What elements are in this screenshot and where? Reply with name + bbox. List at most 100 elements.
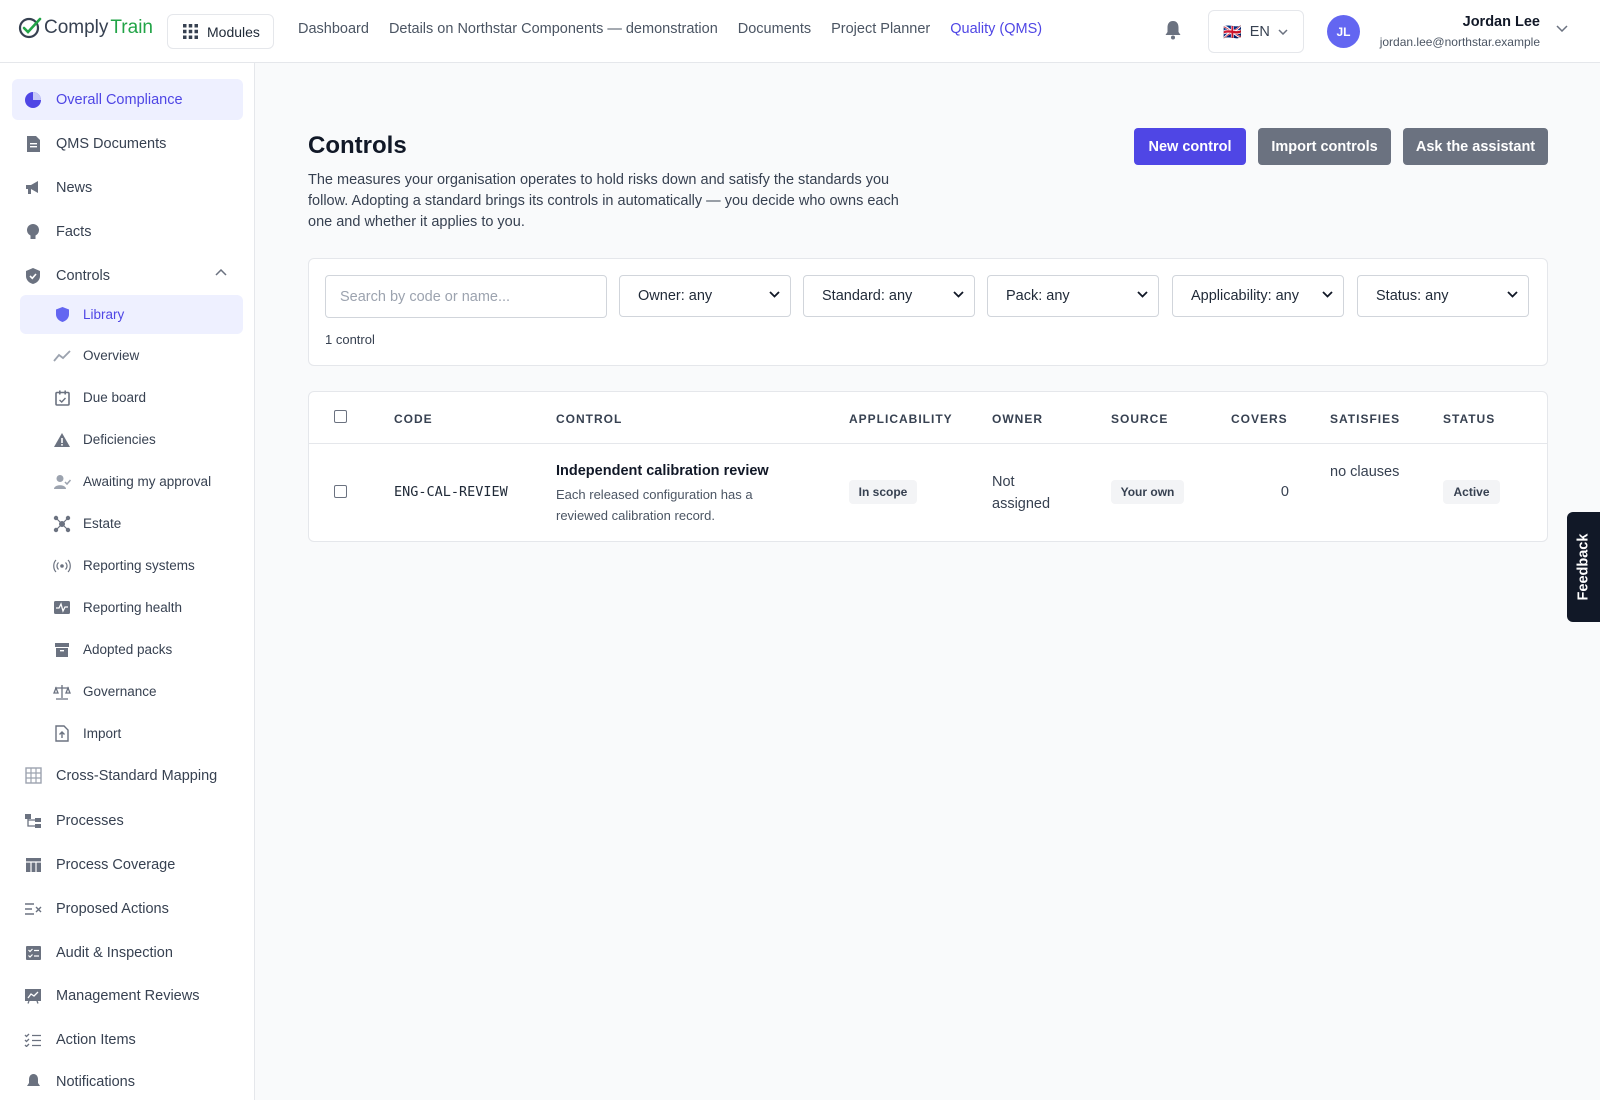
column-header-status[interactable]: STATUS <box>1443 412 1495 426</box>
sidebar-item-controls[interactable]: Controls <box>12 255 243 296</box>
sidebar-item-label: Awaiting my approval <box>83 474 212 489</box>
user-check-icon <box>53 473 71 491</box>
applicability-filter-value: Applicability: any <box>1191 288 1299 304</box>
result-count: 1 control <box>325 332 375 347</box>
pack-filter-select[interactable]: Pack: any <box>987 275 1159 317</box>
nav-quality-qms[interactable]: Quality (QMS) <box>950 21 1042 37</box>
logo-text-comply: Comply <box>44 17 109 38</box>
standard-filter-select[interactable]: Standard: any <box>803 275 975 317</box>
chevron-up-icon[interactable] <box>215 269 227 276</box>
sidebar-item-cross-standard-mapping[interactable]: Cross-Standard Mapping <box>12 755 243 796</box>
sidebar-item-label: Library <box>83 307 125 322</box>
modules-button[interactable]: Modules <box>167 14 274 49</box>
status-filter-select[interactable]: Status: any <box>1357 275 1529 317</box>
pie-chart-icon <box>24 91 42 109</box>
checkmark-logo-icon <box>18 17 42 39</box>
bell-icon[interactable] <box>1164 20 1182 40</box>
control-code[interactable]: ENG-CAL-REVIEW <box>394 484 508 500</box>
status-badge: Active <box>1443 480 1500 504</box>
ask-assistant-button[interactable]: Ask the assistant <box>1403 128 1548 165</box>
sidebar-item-label: Process Coverage <box>56 856 176 873</box>
sidebar-item-awaiting-my-approval[interactable]: Awaiting my approval <box>20 462 243 501</box>
sidebar-item-overall-compliance[interactable]: Overall Compliance <box>12 79 243 120</box>
sidebar: Overall Compliance QMS Documents News Fa… <box>0 63 255 1100</box>
column-header-owner[interactable]: OWNER <box>992 412 1043 426</box>
sidebar-item-due-board[interactable]: Due board <box>20 378 243 417</box>
sidebar-item-proposed-actions[interactable]: Proposed Actions <box>12 888 243 929</box>
calendar-check-icon <box>53 389 71 407</box>
owner-value: Not assigned <box>992 474 1051 512</box>
signal-icon <box>53 557 71 575</box>
sidebar-item-label: Management Reviews <box>56 987 200 1004</box>
column-header-satisfies[interactable]: SATISFIES <box>1330 412 1400 426</box>
import-controls-button[interactable]: Import controls <box>1258 128 1391 165</box>
sidebar-item-qms-documents[interactable]: QMS Documents <box>12 123 243 164</box>
sidebar-item-estate[interactable]: Estate <box>20 504 243 543</box>
language-selector[interactable]: 🇬🇧 EN <box>1208 10 1304 53</box>
sidebar-item-import[interactable]: Import <box>20 714 243 753</box>
standard-filter-value: Standard: any <box>822 288 913 304</box>
column-header-source[interactable]: SOURCE <box>1111 412 1168 426</box>
applicability-filter-select[interactable]: Applicability: any <box>1172 275 1344 317</box>
nav-dashboard[interactable]: Dashboard <box>298 21 369 37</box>
avatar[interactable]: JL <box>1327 15 1360 48</box>
pack-filter-value: Pack: any <box>1006 288 1070 304</box>
column-header-control[interactable]: CONTROL <box>556 412 622 426</box>
sidebar-item-library[interactable]: Library <box>20 295 243 334</box>
sidebar-item-notifications[interactable]: Notifications <box>12 1061 243 1100</box>
column-header-code[interactable]: CODE <box>394 412 433 426</box>
sidebar-item-processes[interactable]: Processes <box>12 800 243 841</box>
column-header-covers[interactable]: COVERS <box>1231 412 1288 426</box>
sidebar-item-label: Estate <box>83 516 122 531</box>
sidebar-item-deficiencies[interactable]: Deficiencies <box>20 420 243 459</box>
sidebar-item-action-items[interactable]: Action Items <box>12 1019 243 1060</box>
sidebar-item-management-reviews[interactable]: Management Reviews <box>12 975 243 1016</box>
sidebar-item-reporting-systems[interactable]: Reporting systems <box>20 546 243 585</box>
new-control-button[interactable]: New control <box>1134 128 1246 165</box>
sidebar-item-process-coverage[interactable]: Process Coverage <box>12 844 243 885</box>
owner-filter-select[interactable]: Owner: any <box>619 275 791 317</box>
sidebar-item-audit-inspection[interactable]: Audit & Inspection <box>12 932 243 973</box>
nav-project-planner[interactable]: Project Planner <box>831 21 930 37</box>
control-name[interactable]: Independent calibration review <box>556 463 769 479</box>
language-code: EN <box>1249 23 1270 40</box>
uk-flag-icon: 🇬🇧 <box>1223 23 1242 41</box>
chevron-down-icon <box>1322 291 1333 298</box>
archive-icon <box>53 641 71 659</box>
sidebar-item-label: Governance <box>83 684 157 699</box>
hierarchy-icon <box>24 812 42 830</box>
nav-documents[interactable]: Documents <box>738 21 811 37</box>
main-content: Controls The measures your organisation … <box>256 63 1600 1100</box>
select-all-checkbox[interactable] <box>334 410 347 423</box>
grid-dots-icon <box>183 24 198 39</box>
row-checkbox[interactable] <box>334 485 347 498</box>
control-description: Each released configuration has a review… <box>556 487 753 523</box>
table-icon <box>24 856 42 874</box>
sidebar-item-reporting-health[interactable]: Reporting health <box>20 588 243 627</box>
column-header-applicability[interactable]: APPLICABILITY <box>849 412 953 426</box>
app-logo[interactable]: Comply Train <box>18 16 153 40</box>
feedback-tab[interactable]: Feedback <box>1567 512 1600 622</box>
status-filter-value: Status: any <box>1376 288 1449 304</box>
sidebar-item-label: Reporting systems <box>83 558 195 573</box>
chevron-down-icon <box>953 291 964 298</box>
heartbeat-icon <box>53 599 71 617</box>
nav-company-details[interactable]: Details on Northstar Components — demons… <box>389 21 718 37</box>
search-input[interactable] <box>325 275 607 318</box>
sidebar-item-overview[interactable]: Overview <box>20 336 243 375</box>
chevron-down-icon <box>1507 291 1518 298</box>
chart-board-icon <box>24 987 42 1005</box>
page-description: The measures your organisation operates … <box>308 172 899 230</box>
sidebar-item-news[interactable]: News <box>12 167 243 208</box>
top-bar: Comply Train Modules Dashboard Details on… <box>0 0 1600 63</box>
user-name[interactable]: Jordan Lee <box>1372 14 1540 30</box>
user-email: jordan.lee@northstar.example <box>1379 35 1540 49</box>
sidebar-item-adopted-packs[interactable]: Adopted packs <box>20 630 243 669</box>
sidebar-item-governance[interactable]: Governance <box>20 672 243 711</box>
filter-panel: Owner: any Standard: any Pack: any Appli… <box>308 258 1548 366</box>
chevron-down-icon <box>769 291 780 298</box>
sidebar-item-facts[interactable]: Facts <box>12 211 243 252</box>
feedback-label: Feedback <box>1575 533 1592 601</box>
page-title: Controls <box>308 132 407 159</box>
user-menu-chevron-icon[interactable] <box>1556 25 1568 32</box>
